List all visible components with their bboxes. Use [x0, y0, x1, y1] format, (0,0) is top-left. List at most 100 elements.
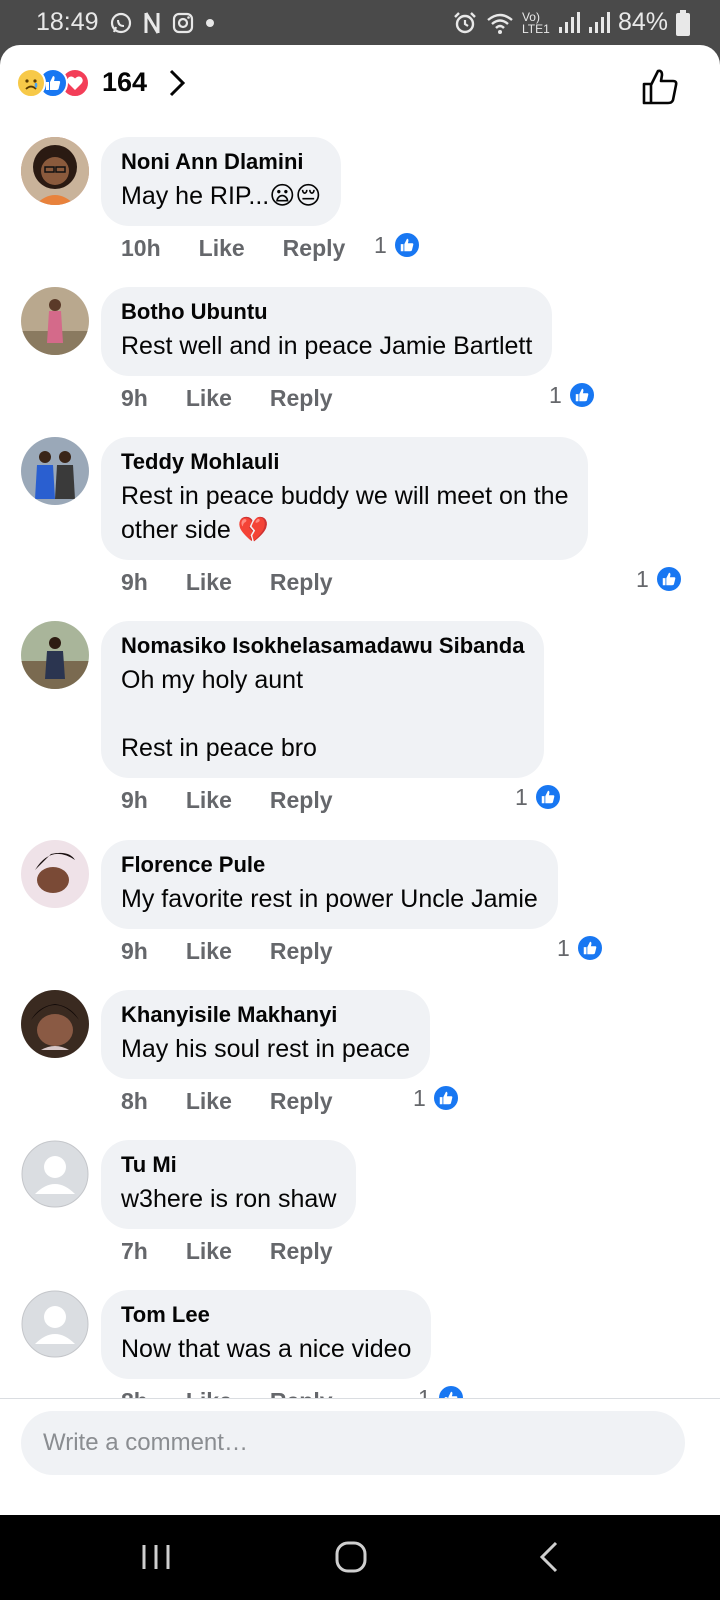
- reply-button[interactable]: Reply: [270, 938, 333, 965]
- like-icon[interactable]: [640, 67, 680, 107]
- netflix-icon: [144, 11, 160, 34]
- comment-like-count[interactable]: 1: [374, 231, 421, 259]
- dot-icon: [205, 18, 214, 27]
- comment-bubble[interactable]: Nomasiko Isokhelasamadawu Sibanda Oh my …: [101, 621, 545, 778]
- avatar-placeholder[interactable]: [21, 1140, 89, 1208]
- like-button[interactable]: Like: [186, 938, 232, 965]
- comment-author[interactable]: Nomasiko Isokhelasamadawu Sibanda: [121, 633, 524, 659]
- avatar[interactable]: [21, 621, 89, 689]
- comment-time: 8h: [121, 1088, 148, 1114]
- recent-apps-icon[interactable]: [136, 1537, 176, 1577]
- comment-text: Rest in peace buddy we will meet on the …: [121, 482, 569, 544]
- home-icon[interactable]: [331, 1537, 371, 1577]
- avatar[interactable]: [21, 137, 89, 205]
- avatar[interactable]: [21, 437, 89, 505]
- like-count-value: 1: [549, 381, 562, 408]
- whatsapp-icon: [110, 12, 131, 33]
- wifi-icon: [487, 13, 513, 34]
- comment-like-count[interactable]: 1: [636, 565, 683, 593]
- comment-author[interactable]: Teddy Mohlauli: [121, 449, 568, 475]
- signal-icon: [558, 11, 580, 33]
- like-badge-icon: [567, 381, 596, 409]
- comment-like-count[interactable]: 1: [413, 1084, 460, 1112]
- reply-button[interactable]: Reply: [270, 1088, 333, 1115]
- comment-actions: 9h Like Reply: [121, 569, 333, 596]
- like-count-value: 1: [515, 783, 528, 810]
- comment-bubble[interactable]: Noni Ann Dlamini May he RIP...😦😔: [101, 137, 342, 226]
- like-button[interactable]: Like: [186, 1088, 232, 1115]
- comment-bubble[interactable]: Tu Mi w3here is ron shaw: [101, 1140, 357, 1229]
- comment-actions: 8h Like Reply: [121, 1088, 333, 1115]
- like-button[interactable]: Like: [199, 235, 245, 262]
- system-nav-bar: [0, 1515, 720, 1600]
- avatar[interactable]: [21, 840, 89, 908]
- comment-actions: 9h Like Reply: [121, 787, 333, 814]
- back-icon[interactable]: [530, 1537, 570, 1577]
- comment-bubble[interactable]: Teddy Mohlauli Rest in peace buddy we wi…: [101, 437, 589, 560]
- status-bar: 18:49 Vo) LTE1 84%: [0, 0, 720, 46]
- battery-icon: [676, 9, 690, 36]
- like-badge-icon: [533, 783, 562, 811]
- like-button[interactable]: Like: [186, 1238, 232, 1265]
- comment-bubble[interactable]: Florence Pule My favorite rest in power …: [101, 840, 558, 929]
- instagram-icon: [172, 12, 193, 33]
- reaction-count: 164: [102, 67, 148, 97]
- reply-button[interactable]: Reply: [270, 787, 333, 814]
- comment-bubble[interactable]: Khanyisile Makhanyi May his soul rest in…: [101, 990, 431, 1079]
- comment-text: Now that was a nice video: [121, 1335, 412, 1363]
- comment-author[interactable]: Noni Ann Dlamini: [121, 149, 321, 175]
- comment-text: May his soul rest in peace: [121, 1035, 411, 1063]
- comment-author[interactable]: Khanyisile Makhanyi: [121, 1002, 410, 1028]
- comment-actions: 7h Like Reply: [121, 1238, 333, 1265]
- volte-label: Vo) LTE1: [521, 9, 550, 36]
- like-button[interactable]: Like: [186, 569, 232, 596]
- chevron-right-icon[interactable]: [167, 68, 187, 98]
- comment-input[interactable]: [21, 1411, 685, 1475]
- like-badge-icon: [431, 1084, 460, 1112]
- comment-text: May he RIP...😦😔: [121, 182, 322, 210]
- signal-icon-2: [588, 11, 610, 33]
- reactions-summary[interactable]: 164: [16, 67, 187, 98]
- like-count-value: 1: [374, 231, 387, 258]
- like-count-value: 1: [413, 1084, 426, 1111]
- comment-author[interactable]: Florence Pule: [121, 852, 538, 878]
- status-time: 18:49: [36, 8, 99, 36]
- like-badge-icon: [392, 231, 421, 259]
- reply-button[interactable]: Reply: [270, 385, 333, 412]
- comment-bubble[interactable]: Botho Ubuntu Rest well and in peace Jami…: [101, 287, 553, 376]
- like-count-value: 1: [557, 934, 570, 961]
- comment-time: 9h: [121, 385, 148, 411]
- reply-button[interactable]: Reply: [270, 1238, 333, 1265]
- sad-reaction-icon: [16, 67, 46, 98]
- reply-button[interactable]: Reply: [270, 569, 333, 596]
- like-badge-icon: [575, 934, 604, 962]
- comment-actions: 9h Like Reply: [121, 385, 333, 412]
- comment-like-count[interactable]: 1: [549, 381, 596, 409]
- comment-list[interactable]: Noni Ann Dlamini May he RIP...😦😔 10h Lik…: [0, 135, 720, 1440]
- comment-actions: 9h Like Reply: [121, 938, 333, 965]
- comment-author[interactable]: Tu Mi: [121, 1152, 336, 1178]
- comment-time: 7h: [121, 1238, 148, 1264]
- avatar[interactable]: [21, 287, 89, 355]
- like-button[interactable]: Like: [186, 787, 232, 814]
- comment-text: My favorite rest in power Uncle Jamie: [121, 885, 538, 913]
- like-badge-icon: [654, 565, 683, 593]
- comment-like-count[interactable]: 1: [515, 783, 562, 811]
- comment-time: 9h: [121, 787, 148, 813]
- comment-like-count[interactable]: 1: [557, 934, 604, 962]
- like-button[interactable]: Like: [186, 385, 232, 412]
- avatar-placeholder[interactable]: [21, 1290, 89, 1358]
- avatar[interactable]: [21, 990, 89, 1058]
- like-count-value: 1: [636, 565, 649, 592]
- comment-time: 9h: [121, 569, 148, 595]
- battery-percent: 84%: [617, 8, 668, 36]
- comment-bubble[interactable]: Tom Lee Now that was a nice video: [101, 1290, 432, 1379]
- comment-time: 10h: [121, 235, 161, 261]
- comment-author[interactable]: Tom Lee: [121, 1302, 411, 1328]
- comment-time: 9h: [121, 938, 148, 964]
- alarm-icon: [454, 11, 476, 33]
- comment-text: Rest well and in peace Jamie Bartlett: [121, 332, 533, 360]
- reply-button[interactable]: Reply: [283, 235, 346, 262]
- comment-text: w3here is ron shaw: [121, 1185, 337, 1213]
- comment-author[interactable]: Botho Ubuntu: [121, 299, 532, 325]
